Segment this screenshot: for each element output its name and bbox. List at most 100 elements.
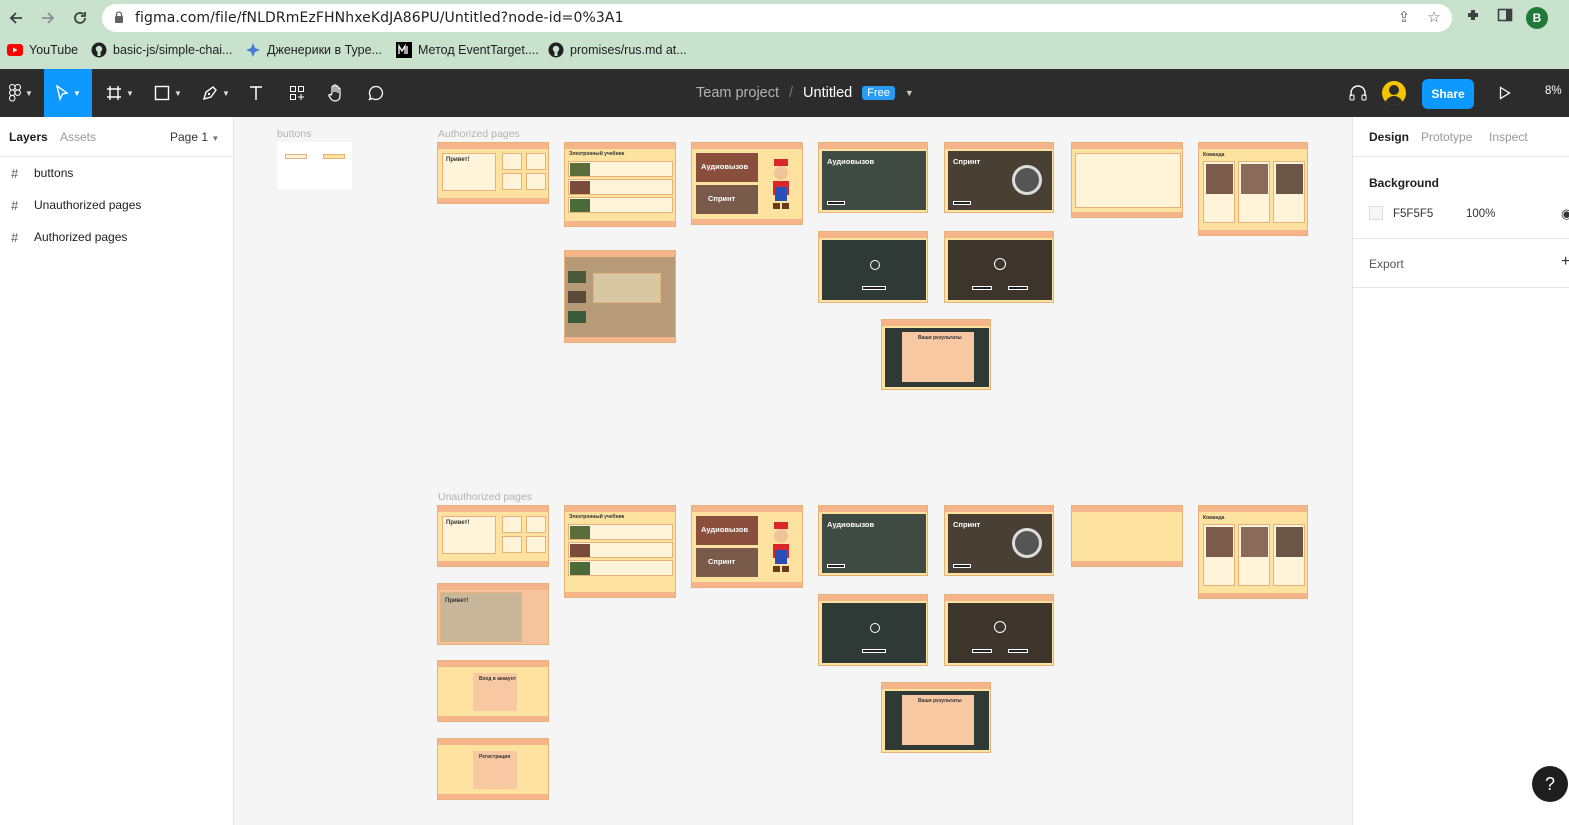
pen-icon [203, 86, 217, 101]
page-thumb-sprint[interactable]: Спринт [944, 142, 1054, 213]
page-thumb-login[interactable]: Вход в аккаунт [437, 660, 549, 722]
page-thumb-results-guest[interactable]: Ваши результаты [881, 682, 991, 753]
text-tool[interactable] [242, 69, 270, 117]
frame-hash-icon: # [11, 165, 19, 181]
background-color-swatch[interactable] [1369, 206, 1383, 220]
buttons-frame[interactable] [277, 142, 352, 189]
frame-tool[interactable]: ▼ [100, 69, 140, 117]
layer-label: buttons [34, 166, 74, 180]
page-thumb-audiocall-guest[interactable]: Аудиовызов [818, 505, 928, 576]
page-selector[interactable]: Page 1 ▼ [170, 130, 219, 144]
comment-tool[interactable] [362, 69, 390, 117]
mario-illustration [768, 520, 794, 576]
tab-assets[interactable]: Assets [60, 130, 96, 144]
page-thumb-audiocall[interactable]: Аудиовызов [818, 142, 928, 213]
page-name: Page 1 [170, 130, 209, 144]
share-button[interactable]: Share [1422, 79, 1474, 109]
tab-design[interactable]: Design [1369, 130, 1409, 144]
eye-visibility-icon[interactable]: ◉ [1561, 206, 1569, 222]
export-section-title: Export [1369, 257, 1404, 271]
text-icon [250, 86, 262, 100]
page-thumb-statistics-guest[interactable] [1071, 505, 1183, 567]
chevron-down-icon[interactable]: ▼ [905, 88, 914, 98]
address-bar[interactable]: figma.com/file/fNLDRmEzFHNhxeKdJA86PU/Un… [102, 4, 1452, 32]
profile-avatar[interactable]: B [1526, 7, 1548, 29]
move-tool[interactable]: ▼ [44, 69, 92, 117]
frame-label-buttons[interactable]: buttons [277, 128, 311, 140]
tab-layers[interactable]: Layers [9, 130, 48, 144]
page-thumb-results[interactable]: Ваши результаты [881, 319, 991, 390]
bookmark-star-icon[interactable]: ☆ [1425, 10, 1443, 26]
figma-menu-icon[interactable]: ▼ [0, 69, 42, 117]
pen-tool[interactable]: ▼ [196, 69, 236, 117]
bookmark-youtube[interactable]: YouTube [7, 38, 78, 62]
side-panel-icon[interactable] [1494, 7, 1516, 29]
file-title: Team project / Untitled Free ▼ [696, 69, 914, 117]
page-thumb-textbook-guest[interactable]: Электронный учебник [564, 505, 676, 598]
page-thumb-home-guest[interactable]: Привет! [437, 505, 549, 567]
page-thumb-sprint-game-guest[interactable] [944, 594, 1054, 666]
zoom-level[interactable]: 8% [1545, 85, 1562, 97]
design-canvas[interactable]: buttons Authorized pages Привет! Электро… [234, 117, 1352, 825]
github-icon [91, 42, 107, 58]
layer-unauthorized-pages[interactable]: # Unauthorized pages [0, 189, 233, 221]
plan-badge[interactable]: Free [862, 86, 895, 100]
page-thumb-games-guest[interactable]: Аудиовызов Спринт [691, 505, 803, 588]
reload-icon[interactable] [68, 6, 92, 30]
layer-authorized-pages[interactable]: # Authorized pages [0, 221, 233, 253]
share-page-icon[interactable]: ⇪ [1395, 10, 1413, 26]
page-thumb-audiocall-game-guest[interactable] [818, 594, 928, 666]
button-sample [285, 154, 307, 159]
layer-label: Unauthorized pages [34, 198, 142, 212]
page-thumb-statistics[interactable] [1071, 142, 1183, 218]
background-opacity-field[interactable]: 100% [1466, 208, 1495, 220]
page-thumb-audiocall-game[interactable] [818, 231, 928, 303]
bookmark-label: Метод EventTarget.... [418, 43, 539, 57]
shape-tool[interactable]: ▼ [148, 69, 188, 117]
page-thumb-home-menu[interactable]: Привет! [437, 583, 549, 645]
figma-toolbar: ▼ ▼ ▼ ▼ ▼ Team project / Untitled Free ▼… [0, 69, 1569, 117]
layer-buttons[interactable]: # buttons [0, 157, 233, 189]
audio-headphones-icon[interactable] [1346, 69, 1370, 117]
page-thumb-textbook[interactable]: Электронный учебник [564, 142, 676, 227]
page-thumb-register[interactable]: Регистрация [437, 738, 549, 800]
page-thumb-home[interactable]: Привет! [437, 142, 549, 204]
bookmark-label: basic-js/simple-chai... [113, 43, 233, 57]
tab-inspect[interactable]: Inspect [1489, 130, 1528, 144]
present-play-icon[interactable] [1494, 69, 1516, 117]
page-thumb-textbook-hard[interactable] [564, 250, 676, 343]
frame-label-authorized[interactable]: Authorized pages [438, 128, 520, 140]
left-panel-tabs: Layers Assets Page 1 ▼ [0, 117, 233, 157]
browser-chrome: figma.com/file/fNLDRmEzFHNhxeKdJA86PU/Un… [0, 0, 1569, 69]
help-question-icon[interactable]: ? [1532, 766, 1568, 802]
comment-icon [368, 85, 384, 101]
frame-icon [107, 86, 122, 100]
user-avatar[interactable] [1382, 81, 1406, 105]
add-export-plus-icon[interactable]: + [1561, 253, 1569, 271]
background-hex-field[interactable]: F5F5F5 [1393, 208, 1433, 220]
page-thumb-games[interactable]: Аудиовызов Спринт [691, 142, 803, 225]
tab-prototype[interactable]: Prototype [1421, 130, 1472, 144]
page-thumb-sprint-guest[interactable]: Спринт [944, 505, 1054, 576]
cursor-icon [56, 85, 69, 101]
bookmark-basic-js[interactable]: basic-js/simple-chai... [91, 38, 232, 62]
bookmark-promises[interactable]: promises/rus.md at... [548, 38, 687, 62]
url-text: figma.com/file/fNLDRmEzFHNhxeKdJA86PU/Un… [135, 10, 624, 26]
forward-icon[interactable] [36, 6, 60, 30]
page-thumb-team-guest[interactable]: Команда [1198, 505, 1308, 599]
extensions-icon[interactable] [1462, 7, 1484, 29]
right-panel-tabs: Design Prototype Inspect [1353, 117, 1569, 157]
file-name[interactable]: Untitled [803, 85, 852, 101]
back-icon[interactable] [4, 6, 28, 30]
hand-tool[interactable] [322, 69, 350, 117]
bookmark-generics[interactable]: Дженерики в Туре... [245, 38, 382, 62]
page-thumb-sprint-game[interactable] [944, 231, 1054, 303]
page-thumb-team[interactable]: Команда [1198, 142, 1308, 236]
team-name[interactable]: Team project [696, 85, 779, 101]
resources-tool[interactable] [284, 69, 310, 117]
background-section-title: Background [1369, 176, 1440, 190]
frame-label-unauthorized[interactable]: Unauthorized pages [438, 491, 532, 503]
components-icon [290, 86, 304, 100]
lock-icon [115, 11, 123, 23]
bookmark-eventtarget[interactable]: Метод EventTarget.... [396, 38, 539, 62]
